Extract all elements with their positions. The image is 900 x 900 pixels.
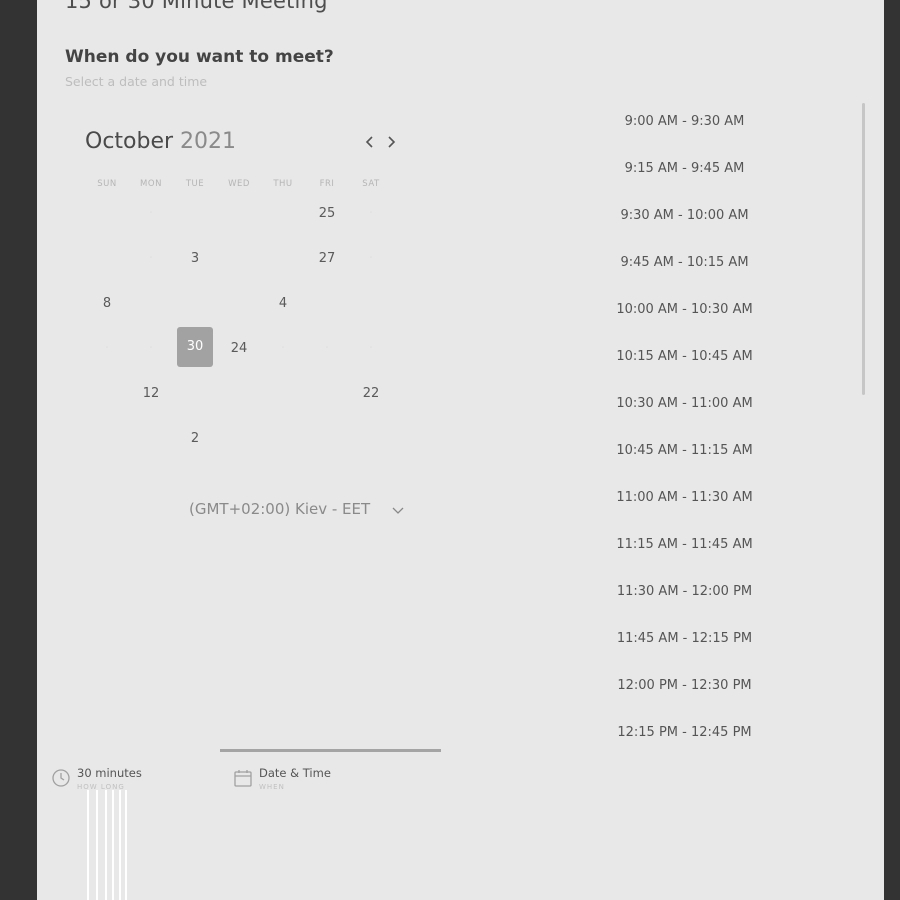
page-title: 15 or 30 Minute Meeting bbox=[65, 0, 328, 13]
time-slot[interactable]: 9:45 AM - 10:15 AM bbox=[557, 255, 812, 270]
time-slot[interactable]: 10:15 AM - 10:45 AM bbox=[557, 349, 812, 364]
tab-label: Date & Time bbox=[259, 766, 331, 780]
clock-icon bbox=[52, 769, 70, 787]
calendar-day-unavailable: · bbox=[368, 251, 374, 266]
time-slot-scrollbar[interactable] bbox=[862, 103, 865, 395]
weekday-tue: TUE bbox=[185, 179, 205, 189]
prev-month-button[interactable] bbox=[361, 132, 379, 152]
time-slot[interactable]: 9:00 AM - 9:30 AM bbox=[557, 114, 812, 129]
time-slot[interactable]: 10:00 AM - 10:30 AM bbox=[557, 302, 812, 317]
calendar-day[interactable]: 4 bbox=[263, 284, 303, 324]
calendar-day-unavailable: · bbox=[104, 341, 110, 356]
calendar-day[interactable]: 2 bbox=[175, 419, 215, 459]
time-slot[interactable]: 10:30 AM - 11:00 AM bbox=[557, 396, 812, 411]
time-slot[interactable]: 10:45 AM - 11:15 AM bbox=[557, 443, 812, 458]
weekday-mon: MON bbox=[140, 179, 162, 189]
calendar-day-unavailable: · bbox=[280, 341, 286, 356]
time-slot[interactable]: 11:30 AM - 12:00 PM bbox=[557, 584, 812, 599]
calendar-day-unavailable: · bbox=[324, 341, 330, 356]
tab-label: 30 minutes bbox=[77, 766, 142, 780]
calendar-day-selected[interactable]: 30 bbox=[177, 327, 213, 367]
tab-date-time[interactable]: Date & Time WHEN bbox=[233, 765, 393, 797]
section-heading: When do you want to meet? bbox=[65, 47, 334, 67]
calendar-day[interactable]: 25 bbox=[307, 194, 347, 234]
next-month-button[interactable] bbox=[382, 132, 400, 152]
weekday-wed: WED bbox=[228, 179, 250, 189]
calendar-day-unavailable: · bbox=[368, 341, 374, 356]
calendar-day-unavailable: · bbox=[148, 206, 154, 221]
weekday-thu: THU bbox=[273, 179, 293, 189]
calendar-day[interactable]: 12 bbox=[131, 374, 171, 414]
calendar-day-unavailable: · bbox=[148, 251, 154, 266]
calendar-icon bbox=[234, 770, 252, 787]
calendar-day[interactable]: 8 bbox=[87, 284, 127, 324]
calendar-month: October bbox=[85, 129, 174, 154]
calendar-month-year: October 2021 bbox=[85, 129, 236, 154]
time-slot[interactable]: 12:00 PM - 12:30 PM bbox=[557, 678, 812, 693]
timezone-value: (GMT+02:00) Kiev - EET bbox=[189, 500, 371, 518]
weekday-sat: SAT bbox=[362, 179, 380, 189]
weekday-fri: FRI bbox=[319, 179, 335, 189]
time-slot[interactable]: 9:15 AM - 9:45 AM bbox=[557, 161, 812, 176]
weekday-sun: SUN bbox=[97, 179, 117, 189]
calendar-day-unavailable: · bbox=[148, 341, 154, 356]
booking-card: 15 or 30 Minute Meeting When do you want… bbox=[37, 0, 884, 900]
chevron-left-icon bbox=[365, 136, 373, 148]
time-slot[interactable]: 11:45 AM - 12:15 PM bbox=[557, 631, 812, 646]
calendar-year: 2021 bbox=[180, 129, 237, 154]
calendar-day[interactable]: 3 bbox=[175, 239, 215, 279]
decorative-bars bbox=[85, 790, 129, 900]
time-slot[interactable]: 12:15 PM - 12:45 PM bbox=[557, 725, 812, 740]
time-slot-list[interactable]: 9:00 AM - 9:30 AM 9:15 AM - 9:45 AM 9:30… bbox=[557, 100, 812, 750]
calendar-day[interactable]: 22 bbox=[351, 374, 391, 414]
time-slot[interactable]: 9:30 AM - 10:00 AM bbox=[557, 208, 812, 223]
time-slot[interactable]: 11:15 AM - 11:45 AM bbox=[557, 537, 812, 552]
chevron-down-icon bbox=[392, 507, 404, 514]
section-subtitle: Select a date and time bbox=[65, 74, 208, 89]
calendar-day-unavailable: · bbox=[368, 206, 374, 221]
calendar-day[interactable]: 27 bbox=[307, 239, 347, 279]
time-slot[interactable]: 11:00 AM - 11:30 AM bbox=[557, 490, 812, 505]
tab-sublabel: WHEN bbox=[259, 783, 285, 791]
calendar-day[interactable]: 24 bbox=[219, 329, 259, 369]
active-tab-indicator bbox=[220, 749, 441, 752]
chevron-right-icon bbox=[388, 136, 396, 148]
